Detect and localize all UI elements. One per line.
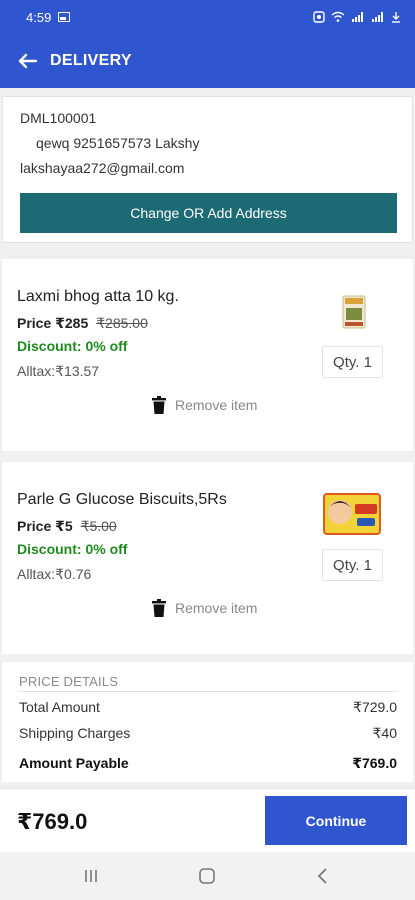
price-details-header: PRICE DETAILS <box>19 674 119 689</box>
item-discount: Discount: 0% off <box>17 338 128 354</box>
total-amount: ₹769.0 <box>17 809 88 834</box>
arrow-left-icon <box>18 53 38 69</box>
divider <box>19 691 397 692</box>
continue-button[interactable]: Continue <box>265 796 407 845</box>
item-mrp: ₹285.00 <box>96 315 148 331</box>
item-price: Price ₹285 <box>17 315 89 331</box>
back-nav-button[interactable] <box>310 864 336 888</box>
address-email: lakshayaa272@gmail.com <box>20 160 185 176</box>
trash-icon <box>152 396 166 414</box>
price-row-label: Shipping Charges <box>19 725 131 741</box>
change-address-button[interactable]: Change OR Add Address <box>20 193 397 233</box>
download-icon <box>392 12 400 23</box>
status-bar: 4:59 <box>0 0 415 34</box>
home-icon <box>199 868 215 884</box>
app-bar: DELIVERY <box>0 34 415 88</box>
atta-bag-image <box>342 295 366 329</box>
cart-item: Parle G Glucose Biscuits,5Rs Price ₹5 ₹5… <box>2 462 413 654</box>
item-tax: Alltax:₹13.57 <box>17 363 100 379</box>
price-row-value: ₹769.0 <box>352 755 397 771</box>
chevron-left-icon <box>317 868 327 884</box>
remove-item-label: Remove item <box>175 600 258 616</box>
address-card: DML100001 qewq 9251657573 Lakshy lakshay… <box>2 96 413 243</box>
item-mrp: ₹5.00 <box>80 518 117 534</box>
back-button[interactable] <box>16 49 40 73</box>
recents-icon <box>85 870 97 882</box>
item-price-line: Price ₹285 ₹285.00 <box>17 315 148 332</box>
price-row-value: ₹40 <box>372 725 397 741</box>
price-row-label: Amount Payable <box>19 755 129 771</box>
quantity-selector[interactable]: Qty. 1 <box>322 346 383 378</box>
price-row-shipping: Shipping Charges ₹40 <box>19 725 397 742</box>
price-details-card: PRICE DETAILS Total Amount ₹729.0 Shippi… <box>2 662 413 782</box>
status-icons <box>313 11 401 23</box>
checkout-bar: ₹769.0 Continue <box>0 788 415 852</box>
price-row-value: ₹729.0 <box>353 699 397 715</box>
item-price: Price ₹5 <box>17 518 73 534</box>
gallery-notification-icon <box>58 12 71 22</box>
price-row-label: Total Amount <box>19 699 100 715</box>
system-nav-bar <box>0 852 415 900</box>
signal-icon-2 <box>372 12 383 22</box>
price-row-total: Total Amount ₹729.0 <box>19 699 397 716</box>
trash-icon <box>152 599 166 617</box>
item-name: Laxmi bhog atta 10 kg. <box>17 288 179 305</box>
home-button[interactable] <box>194 864 220 888</box>
item-tax: Alltax:₹0.76 <box>17 566 92 582</box>
address-contact: qewq 9251657573 Lakshy <box>36 135 200 151</box>
alarm-icon <box>313 11 325 23</box>
wifi-icon <box>331 11 345 22</box>
price-row-payable: Amount Payable ₹769.0 <box>19 755 397 772</box>
item-name: Parle G Glucose Biscuits,5Rs <box>17 491 227 508</box>
cart-item: Laxmi bhog atta 10 kg. Price ₹285 ₹285.0… <box>2 259 413 451</box>
remove-item-label: Remove item <box>175 397 258 413</box>
status-time: 4:59 <box>26 9 52 25</box>
item-discount: Discount: 0% off <box>17 541 128 557</box>
address-id: DML100001 <box>20 110 97 126</box>
item-price-line: Price ₹5 ₹5.00 <box>17 518 117 535</box>
remove-item-button[interactable]: Remove item <box>152 599 257 617</box>
biscuit-pack-image <box>323 493 381 535</box>
remove-item-button[interactable]: Remove item <box>152 396 257 414</box>
page-title: DELIVERY <box>50 52 132 69</box>
signal-icon <box>352 12 363 22</box>
quantity-selector[interactable]: Qty. 1 <box>322 549 383 581</box>
recents-button[interactable] <box>78 864 104 888</box>
